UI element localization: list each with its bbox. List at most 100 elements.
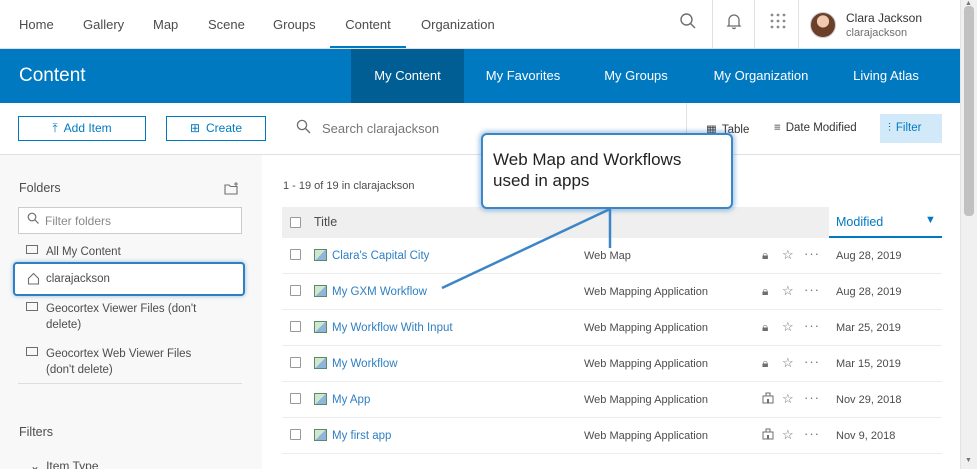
table-row[interactable]: My Workflow With Input Web Mapping Appli… <box>282 310 942 346</box>
column-modified[interactable]: Modified ▼ <box>829 207 942 238</box>
item-modified-date: Aug 28, 2019 <box>836 286 902 298</box>
apps-grid-icon[interactable] <box>766 12 790 36</box>
filter-folders-input[interactable]: Filter folders <box>18 207 242 234</box>
more-options-icon[interactable]: ··· <box>804 390 820 405</box>
nav-divider <box>754 0 755 48</box>
folders-heading: Folders <box>19 181 61 195</box>
row-checkbox[interactable] <box>290 429 301 440</box>
folder-clarajackson[interactable]: clarajackson <box>13 262 245 296</box>
star-icon[interactable]: ☆ <box>782 355 794 371</box>
bell-icon[interactable] <box>722 12 746 36</box>
plus-square-icon: ⊞ <box>189 121 201 135</box>
nav-home[interactable]: Home <box>19 0 54 49</box>
filter-label: Filter <box>895 122 922 134</box>
row-checkbox[interactable] <box>290 357 301 368</box>
star-icon[interactable]: ☆ <box>782 391 794 407</box>
tab-my-favorites[interactable]: My Favorites <box>473 49 573 103</box>
web-app-icon <box>314 321 327 333</box>
item-title-link[interactable]: My App <box>332 394 370 406</box>
nav-gallery[interactable]: Gallery <box>83 0 124 49</box>
home-icon <box>27 272 40 288</box>
nav-groups[interactable]: Groups <box>273 0 316 49</box>
folder-icon <box>26 245 38 255</box>
table-row[interactable]: My Workflow Web Mapping Application 🔒︎ ☆… <box>282 346 942 382</box>
table-row[interactable]: Clara's Capital City Web Map 🔒︎ ☆ ··· Au… <box>282 238 942 274</box>
tab-my-content[interactable]: My Content <box>351 49 464 103</box>
tab-my-groups[interactable]: My Groups <box>590 49 682 103</box>
nav-divider <box>798 0 799 48</box>
star-icon[interactable]: ☆ <box>782 283 794 299</box>
table-row[interactable]: My GXM Workflow Web Mapping Application … <box>282 274 942 310</box>
folder-label: All My Content <box>46 246 121 258</box>
lock-icon: 🔒︎ <box>762 284 769 298</box>
lock-icon: 🔒︎ <box>762 320 769 334</box>
item-modified-date: Nov 9, 2018 <box>836 430 896 442</box>
new-folder-icon[interactable] <box>224 182 239 198</box>
nav-content[interactable]: Content <box>330 0 406 48</box>
more-options-icon[interactable]: ··· <box>804 246 820 261</box>
lock-icon: 🔒︎ <box>762 248 769 262</box>
row-checkbox[interactable] <box>290 393 301 404</box>
item-type: Web Mapping Application <box>584 430 708 442</box>
item-title-link[interactable]: My Workflow With Input <box>332 322 453 334</box>
content-header: Content My Content My Favorites My Group… <box>0 49 960 103</box>
nav-map[interactable]: Map <box>153 0 178 49</box>
search-icon <box>27 212 39 227</box>
folder-all-my-content[interactable]: All My Content <box>26 244 121 260</box>
nav-divider <box>712 0 713 48</box>
web-app-icon <box>314 285 327 297</box>
web-app-icon <box>314 357 327 369</box>
folder-geocortex-web-viewer-files[interactable]: Geocortex Web Viewer Files (don't delete… <box>26 346 191 380</box>
item-type: Web Mapping Application <box>584 322 708 334</box>
nav-organization[interactable]: Organization <box>421 0 495 49</box>
search-icon <box>296 119 311 138</box>
item-title-link[interactable]: My first app <box>332 430 391 442</box>
more-options-icon[interactable]: ··· <box>804 426 820 441</box>
tab-living-atlas[interactable]: Living Atlas <box>840 49 932 103</box>
scroll-down-icon[interactable]: ▼ <box>965 457 972 464</box>
table-row[interactable]: My first app Web Mapping Application ☆ ·… <box>282 418 942 454</box>
item-modified-date: Mar 15, 2019 <box>836 358 901 370</box>
user-username: clarajackson <box>846 27 908 39</box>
select-all-checkbox[interactable] <box>290 217 301 228</box>
folder-geocortex-viewer-files[interactable]: Geocortex Viewer Files (don't delete) <box>26 301 196 335</box>
filter-button[interactable]: ⫶ Filter <box>880 114 942 143</box>
star-icon[interactable]: ☆ <box>782 319 794 335</box>
item-type: Web Map <box>584 250 631 262</box>
item-title-link[interactable]: My Workflow <box>332 358 398 370</box>
row-checkbox[interactable] <box>290 249 301 260</box>
filters-heading: Filters <box>19 425 54 439</box>
user-name[interactable]: Clara Jackson <box>846 11 922 25</box>
search-icon[interactable] <box>676 12 700 36</box>
page-scrollbar[interactable]: ▲ ▼ <box>960 0 977 469</box>
item-type: Web Mapping Application <box>584 286 708 298</box>
sort-button[interactable]: ≡ Date Modified <box>774 122 857 134</box>
item-type: Web Mapping Application <box>584 394 708 406</box>
more-options-icon[interactable]: ··· <box>804 318 820 333</box>
star-icon[interactable]: ☆ <box>782 427 794 443</box>
row-checkbox[interactable] <box>290 285 301 296</box>
add-item-button[interactable]: ⤒ Add Item <box>18 116 146 141</box>
web-map-icon <box>314 249 327 261</box>
page-title: Content <box>19 65 86 86</box>
row-checkbox[interactable] <box>290 321 301 332</box>
item-title-link[interactable]: Clara's Capital City <box>332 250 429 262</box>
tab-my-organization[interactable]: My Organization <box>700 49 822 103</box>
table-row[interactable]: My App Web Mapping Application ☆ ··· Nov… <box>282 382 942 418</box>
content-search-input[interactable]: Search clarajackson <box>322 121 439 136</box>
more-options-icon[interactable]: ··· <box>804 354 820 369</box>
scroll-thumb[interactable] <box>964 6 974 216</box>
create-button[interactable]: ⊞ Create <box>166 116 266 141</box>
more-options-icon[interactable]: ··· <box>804 282 820 297</box>
sort-descending-icon: ▼ <box>925 214 936 226</box>
item-title-link[interactable]: My GXM Workflow <box>332 286 427 298</box>
nav-scene[interactable]: Scene <box>208 0 245 49</box>
filter-item-type[interactable]: ⌄ Item Type <box>30 459 99 469</box>
table-header: Title Modified ▼ <box>282 207 942 238</box>
web-app-icon <box>314 393 327 405</box>
avatar[interactable] <box>810 12 836 38</box>
sort-lines-icon: ≡ <box>774 122 781 134</box>
create-label: Create <box>206 121 243 135</box>
column-title[interactable]: Title <box>314 215 337 229</box>
star-icon[interactable]: ☆ <box>782 247 794 263</box>
